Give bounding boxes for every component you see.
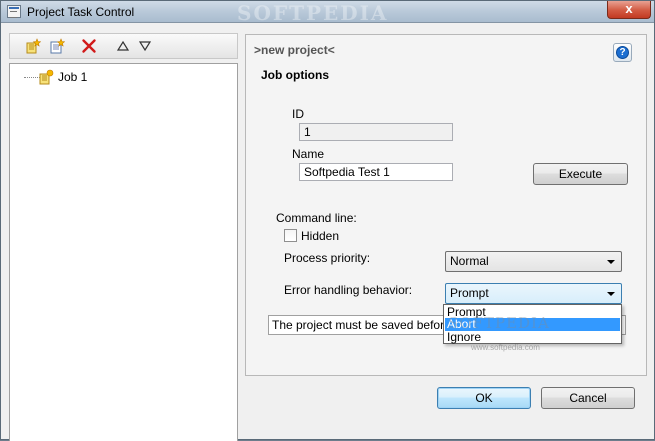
execute-button[interactable]: Execute — [533, 163, 628, 185]
error-handling-select[interactable]: Prompt — [445, 283, 622, 304]
title-watermark: SOFTPEDIA — [237, 1, 389, 25]
chevron-down-icon — [607, 292, 615, 296]
project-header: >new project< — [254, 43, 335, 57]
name-label: Name — [292, 147, 325, 161]
delete-job-button[interactable] — [80, 37, 98, 55]
chevron-down-icon — [607, 260, 615, 264]
section-title: Job options — [261, 68, 329, 82]
command-line-label: Command line: — [276, 211, 357, 225]
priority-value: Normal — [450, 254, 489, 268]
ok-button[interactable]: OK — [437, 387, 531, 409]
help-icon: ? — [616, 46, 629, 59]
job-tree[interactable]: Job 1 — [9, 63, 238, 441]
job-icon — [39, 69, 54, 85]
edit-job-button[interactable] — [48, 37, 66, 55]
close-button[interactable]: x — [607, 1, 651, 19]
move-down-button[interactable] — [136, 37, 154, 55]
tree-item-job-1[interactable]: Job 1 — [38, 68, 87, 86]
close-icon: x — [625, 1, 633, 16]
delete-icon — [82, 39, 96, 53]
move-down-icon — [139, 41, 151, 52]
move-up-button[interactable] — [114, 37, 132, 55]
hidden-label: Hidden — [301, 229, 340, 243]
error-handling-value: Prompt — [450, 286, 489, 300]
window-title: Project Task Control — [27, 5, 135, 19]
id-field: 1 — [299, 123, 453, 141]
tree-item-label: Job 1 — [58, 70, 88, 84]
name-field[interactable]: Softpedia Test 1 — [299, 163, 453, 181]
move-up-icon — [117, 40, 129, 51]
new-job-button[interactable] — [24, 37, 42, 55]
id-label: ID — [292, 107, 304, 121]
edit-job-icon — [50, 38, 65, 54]
new-job-icon — [26, 38, 41, 54]
cancel-button[interactable]: Cancel — [541, 387, 635, 409]
title-bar[interactable]: Project Task Control SOFTPEDIA x — [1, 1, 654, 25]
project-task-control-window: Project Task Control SOFTPEDIA x Job 1 >… — [0, 0, 655, 441]
priority-label: Process priority: — [284, 251, 371, 265]
help-button[interactable]: ? — [613, 43, 632, 62]
hidden-checkbox[interactable] — [284, 229, 297, 242]
dropdown-watermark-url: www.softpedia.com — [471, 343, 540, 352]
error-label: Error handling behavior: — [284, 283, 413, 297]
error-handling-dropdown: Prompt Abort Ignore — [443, 304, 622, 344]
job-toolbar — [9, 33, 238, 59]
priority-select[interactable]: Normal — [445, 251, 622, 272]
app-icon — [7, 5, 21, 18]
